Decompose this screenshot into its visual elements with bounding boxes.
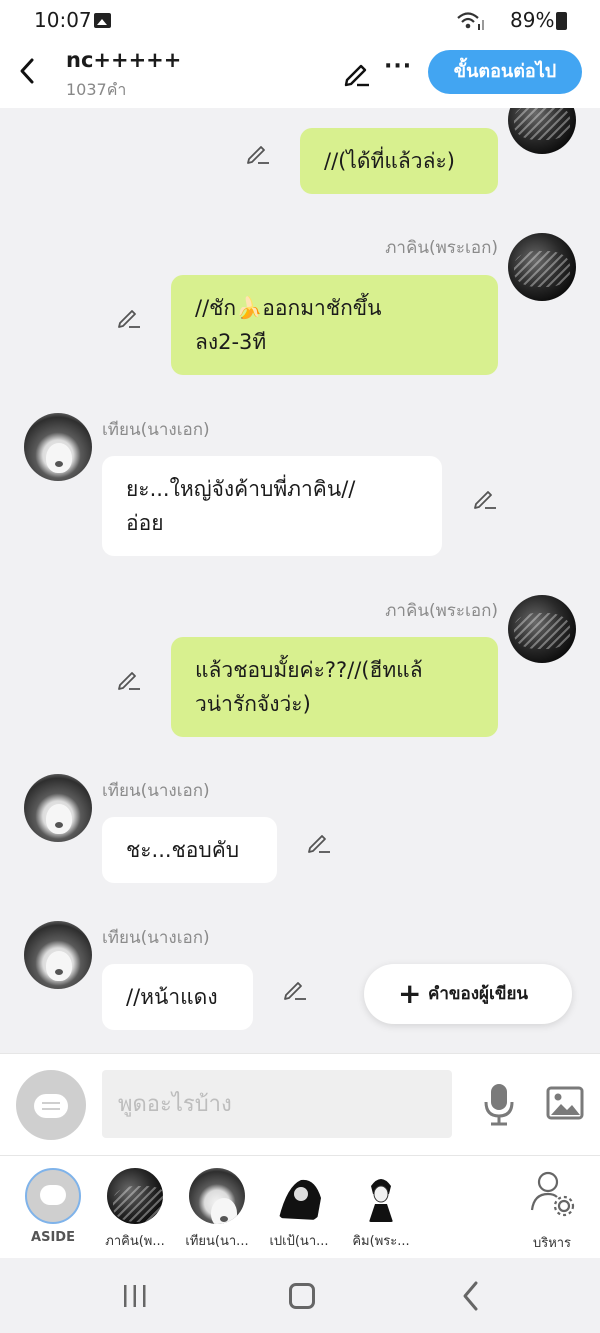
author-note-button[interactable]: + คำของผู้เขียน (364, 964, 572, 1024)
image-upload-icon[interactable] (546, 1086, 584, 1120)
message-text-line: //ชัก🍌ออกมาชักขึ้น (195, 296, 382, 320)
back-nav-icon[interactable] (460, 1280, 482, 1312)
character-label: เปเป้(นา... (269, 1234, 329, 1249)
character-label: คิม(พระ... (352, 1234, 410, 1249)
message-bubble[interactable]: //ชัก🍌ออกมาชักขึ้น ลง2-3ที (171, 275, 498, 375)
character-selector: ASIDE ภาคิน(พ... เทียน(นา... เปเป้(นา...… (0, 1155, 600, 1258)
message-bubble[interactable]: แล้วชอบมั้ยค่ะ??//(ฮีทแล้ วน่ารักจังว่ะ) (171, 637, 498, 737)
battery-icon (556, 12, 567, 30)
character-label: ภาคิน(พ... (105, 1234, 165, 1249)
microphone-icon[interactable] (482, 1082, 516, 1126)
message-text-line: ลง2-3ที (195, 330, 267, 354)
status-bar: 10:07 89% (0, 0, 600, 44)
message-text-line: ยะ...ใหญ่จังค้าบพี่ภาคิน// (126, 477, 356, 501)
character-label: ASIDE (31, 1230, 75, 1245)
avatar[interactable] (508, 595, 576, 663)
edit-button[interactable] (342, 58, 372, 88)
avatar (271, 1168, 327, 1224)
message-text-line: วน่ารักจังว่ะ) (195, 692, 311, 716)
plus-icon: + (398, 977, 422, 1010)
word-count: 1037คำ (66, 80, 127, 99)
speaker-name: ภาคิน(พระเอก) (385, 601, 498, 621)
edit-message-icon[interactable] (116, 304, 142, 330)
edit-message-icon[interactable] (116, 666, 142, 692)
chat-bubble-icon (34, 1094, 68, 1118)
more-options-button[interactable]: ··· (384, 54, 412, 79)
avatar[interactable] (24, 413, 92, 481)
system-nav-bar (0, 1258, 600, 1333)
chat-bubble-icon (40, 1185, 66, 1205)
edit-message-icon[interactable] (306, 829, 332, 855)
chevron-left-icon (20, 58, 34, 84)
aside-toggle-button[interactable] (16, 1070, 86, 1140)
battery-percentage: 89% (510, 8, 555, 32)
speaker-name: ภาคิน(พระเอก) (385, 238, 498, 258)
avatar[interactable] (24, 774, 92, 842)
speaker-name: เทียน(นางเอก) (102, 420, 210, 440)
avatar (189, 1168, 245, 1224)
story-title: nc+++++ (66, 48, 182, 72)
user-settings-icon (530, 1171, 575, 1217)
pencil-icon (344, 64, 369, 87)
recent-apps-icon[interactable] (122, 1284, 148, 1308)
speaker-name: เทียน(นางเอก) (102, 928, 210, 948)
message-bubble[interactable]: //(ได้ที่แล้วล่ะ) (300, 128, 498, 194)
character-pakin[interactable]: ภาคิน(พ... (95, 1166, 175, 1251)
message-bubble[interactable]: ชะ...ชอบคับ (102, 817, 277, 883)
home-icon[interactable] (289, 1283, 315, 1309)
character-aside[interactable]: ASIDE (13, 1166, 93, 1245)
manage-label: บริหาร (532, 1236, 572, 1251)
chat-area[interactable]: //(ได้ที่แล้วล่ะ) ภาคิน(พระเอก) //ชัก🍌ออ… (0, 108, 600, 1053)
aside-avatar (25, 1168, 81, 1224)
avatar[interactable] (508, 108, 576, 154)
more-dots-icon: ··· (384, 54, 413, 79)
app-header: nc+++++ 1037คำ ··· ขั้นตอนต่อไป (0, 44, 600, 108)
avatar[interactable] (24, 921, 92, 989)
author-note-label: คำของผู้เขียน (428, 984, 529, 1004)
message-text-line: แล้วชอบมั้ยค่ะ??//(ฮีทแล้ (195, 658, 423, 682)
edit-message-icon[interactable] (245, 140, 271, 166)
message-text: //หน้าแดง (126, 985, 218, 1009)
back-button[interactable] (14, 56, 42, 86)
avatar[interactable] (508, 233, 576, 301)
message-bubble[interactable]: //หน้าแดง (102, 964, 253, 1030)
avatar (353, 1168, 409, 1224)
message-input[interactable] (102, 1070, 452, 1138)
edit-message-icon[interactable] (472, 485, 498, 511)
manage-characters-button[interactable]: บริหาร (520, 1166, 584, 1253)
message-text-line: อ่อย (126, 511, 164, 535)
message-text: ชะ...ชอบคับ (126, 838, 240, 862)
wifi-signal-icon (457, 12, 484, 30)
message-text: //(ได้ที่แล้วล่ะ) (324, 149, 455, 173)
speaker-name: เทียน(นางเอก) (102, 781, 210, 801)
next-step-button[interactable]: ขั้นตอนต่อไป (428, 50, 582, 94)
status-time: 10:07 (34, 8, 92, 32)
character-pepe[interactable]: เปเป้(นา... (259, 1166, 339, 1251)
gallery-notification-icon (94, 13, 111, 28)
message-composer (0, 1053, 600, 1155)
character-kim[interactable]: คิม(พระ... (341, 1166, 421, 1251)
message-bubble[interactable]: ยะ...ใหญ่จังค้าบพี่ภาคิน// อ่อย (102, 456, 442, 556)
character-label: เทียน(นา... (185, 1234, 249, 1249)
edit-message-icon[interactable] (282, 976, 308, 1002)
character-tian[interactable]: เทียน(นา... (177, 1166, 257, 1251)
avatar (107, 1168, 163, 1224)
